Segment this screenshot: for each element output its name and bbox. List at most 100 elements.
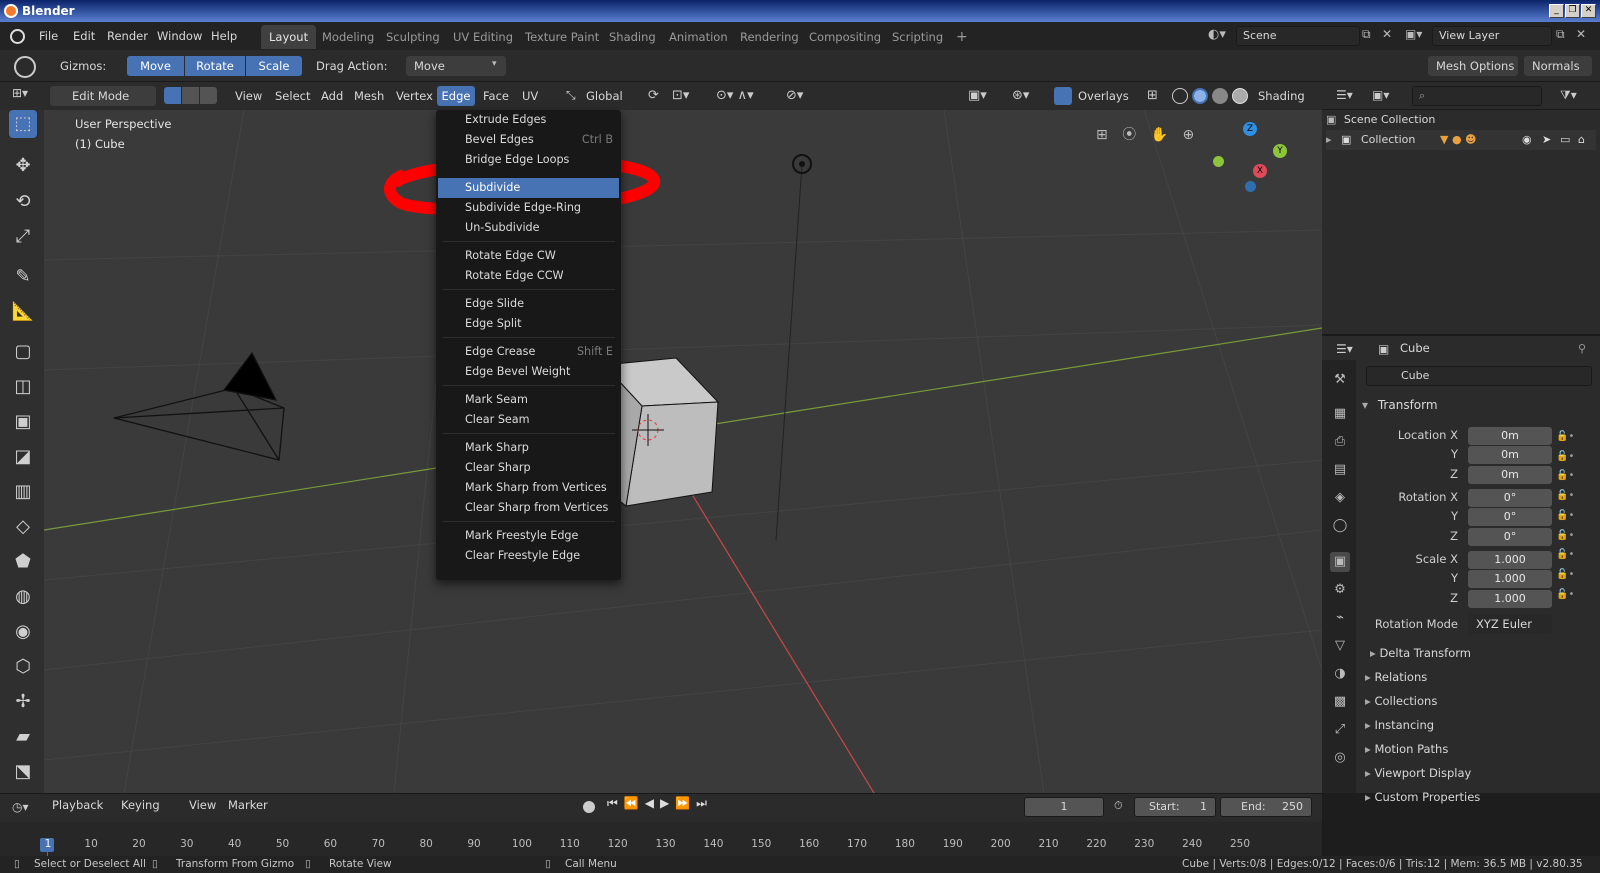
tab-compositing[interactable]: Compositing — [801, 25, 889, 49]
menu-playback[interactable]: Playback — [52, 791, 103, 819]
add-workspace-button[interactable]: + — [948, 25, 976, 49]
zoom-icon[interactable]: ⊕ — [1183, 127, 1195, 143]
view-layer-field[interactable]: View Layer — [1432, 26, 1552, 46]
menu-item-bridge-edge-loops[interactable]: Bridge Edge Loops — [436, 150, 621, 170]
select-box-icon[interactable]: ⬚ — [9, 110, 37, 138]
lock-icons[interactable]: 🔓• 🔓• 🔓• 🔓• 🔓• 🔓• 🔓• 🔓• 🔓• — [1556, 427, 1592, 609]
delete-view-layer-icon[interactable]: ✕ — [1576, 27, 1590, 45]
tab-sculpting[interactable]: Sculpting — [378, 25, 448, 49]
instancing-panel[interactable]: ▸ Instancing — [1365, 714, 1593, 736]
menu-item-mark-sharp[interactable]: Mark Sharp — [436, 438, 621, 458]
mesh-options-dropdown[interactable]: Mesh Options — [1428, 56, 1518, 76]
axis-y-icon[interactable]: Y — [1273, 144, 1287, 158]
display-mode-icon[interactable]: ▣▾ — [1372, 88, 1389, 102]
overlays-dropdown[interactable]: Overlays — [1078, 82, 1129, 110]
menu-edge-active[interactable]: Edge — [437, 86, 475, 106]
world-tab-icon[interactable]: ◯ — [1330, 516, 1350, 536]
filter-icon[interactable]: ⧩▾ — [1560, 88, 1577, 103]
end-frame-field[interactable]: End: 250 — [1220, 797, 1312, 817]
pin-icon[interactable]: ⚲ — [1578, 342, 1586, 355]
tab-shading[interactable]: Shading — [601, 25, 664, 49]
scene-field[interactable]: Scene — [1236, 26, 1360, 46]
location-z-field[interactable]: 0m — [1468, 466, 1552, 484]
start-frame-field[interactable]: Start: 1 — [1134, 797, 1216, 817]
object-tab-icon[interactable]: ▣ — [1330, 552, 1350, 572]
menu-edit[interactable]: Edit — [73, 22, 95, 50]
menu-marker[interactable]: Marker — [228, 791, 268, 819]
snap-icon[interactable]: ⊡▾ — [672, 88, 689, 103]
menu-item-subdivide-edge-ring[interactable]: Subdivide Edge-Ring — [436, 198, 621, 218]
location-y-field[interactable]: 0m — [1468, 446, 1552, 464]
scale-z-field[interactable]: 1.000 — [1468, 590, 1552, 608]
rotate-tool-icon[interactable]: ⟲ — [9, 188, 37, 216]
shading-material-icon[interactable] — [1212, 88, 1228, 104]
minimize-button[interactable]: _ — [1549, 4, 1564, 18]
orientation-dropdown[interactable]: Global — [586, 82, 623, 110]
menu-item-clear-freestyle-edge[interactable]: Clear Freestyle Edge — [436, 546, 621, 566]
view-layer-tab-icon[interactable]: ▤ — [1330, 460, 1350, 480]
relations-panel[interactable]: ▸ Relations — [1365, 666, 1593, 688]
outliner-search-input[interactable]: ⌕ — [1412, 86, 1542, 106]
move-tool-icon[interactable]: ✥ — [9, 152, 37, 180]
rotation-x-field[interactable]: 0° — [1468, 489, 1552, 507]
menu-item-mark-freestyle-edge[interactable]: Mark Freestyle Edge — [436, 526, 621, 546]
shear-tool-icon[interactable]: ▰ — [9, 723, 37, 751]
menu-item-clear-sharp-from-vertices[interactable]: Clear Sharp from Vertices — [436, 498, 621, 518]
tab-rendering[interactable]: Rendering — [732, 25, 807, 49]
grid-view-icon[interactable]: ⊞ — [1096, 127, 1108, 143]
menu-vertex[interactable]: Vertex — [396, 82, 433, 110]
render-camera-icon[interactable]: ⌂ — [1578, 130, 1585, 150]
pan-hand-icon[interactable]: ✋ — [1151, 127, 1168, 143]
select-mode-edge-icon[interactable] — [182, 87, 199, 104]
shading-solid-icon[interactable] — [1192, 88, 1208, 104]
viewport-disable-icon[interactable]: ▭ — [1560, 130, 1570, 150]
inset-tool-icon[interactable]: ▣ — [9, 408, 37, 436]
properties-editor-icon[interactable]: ☰▾ — [1336, 342, 1353, 356]
menu-file[interactable]: File — [39, 22, 58, 50]
texture-tab-icon[interactable]: ◎ — [1330, 748, 1350, 768]
rotation-z-field[interactable]: 0° — [1468, 528, 1552, 546]
scale-x-field[interactable]: 1.000 — [1468, 551, 1552, 569]
menu-keying[interactable]: Keying — [121, 791, 160, 819]
expand-arrow-icon[interactable]: ▸ — [1326, 133, 1332, 146]
scale-y-field[interactable]: 1.000 — [1468, 570, 1552, 588]
view-layer-icon[interactable]: ▣▾ — [1405, 27, 1431, 47]
shading-rendered-icon[interactable] — [1232, 88, 1248, 104]
menu-item-edge-crease[interactable]: Edge Crease Shift E — [436, 342, 621, 362]
tab-animation[interactable]: Animation — [661, 25, 736, 49]
blender-menu-icon[interactable] — [10, 29, 25, 44]
menu-item-edge-slide[interactable]: Edge Slide — [436, 294, 621, 314]
gizmo-move-button[interactable]: Move — [127, 56, 184, 76]
new-scene-icon[interactable]: ⧉ — [1362, 27, 1378, 45]
menu-timeline-view[interactable]: View — [189, 791, 216, 819]
axis-x-icon[interactable]: X — [1253, 164, 1267, 178]
selectable-icon[interactable]: ➤ — [1542, 130, 1551, 150]
link-icon[interactable]: ⊘▾ — [786, 88, 803, 103]
shading-dropdown[interactable]: Shading — [1258, 82, 1305, 110]
menu-help[interactable]: Help — [211, 22, 237, 50]
menu-mesh[interactable]: Mesh — [354, 82, 384, 110]
menu-item-mark-seam[interactable]: Mark Seam — [436, 390, 621, 410]
rotation-mode-dropdown[interactable]: XYZ Euler — [1468, 614, 1552, 634]
bevel-tool-icon[interactable]: ◪ — [9, 443, 37, 471]
menu-add[interactable]: Add — [321, 82, 343, 110]
maximize-button[interactable]: ❐ — [1565, 4, 1580, 18]
normals-dropdown[interactable]: Normals — [1524, 56, 1592, 76]
new-view-layer-icon[interactable]: ⧉ — [1556, 27, 1572, 45]
tab-texture-paint[interactable]: Texture Paint — [517, 25, 607, 49]
timeline-editor-icon[interactable]: ◷▾ — [12, 800, 29, 814]
add-cube-tool-icon[interactable]: ▢ — [9, 338, 37, 366]
poly-build-tool-icon[interactable]: ⬟ — [9, 548, 37, 576]
stopwatch-icon[interactable]: ⏱ — [1114, 799, 1123, 813]
tab-scripting[interactable]: Scripting — [884, 25, 951, 49]
menu-item-rotate-edge-cw[interactable]: Rotate Edge CW — [436, 246, 621, 266]
transform-panel-header[interactable]: ▾ Transform — [1362, 394, 1592, 416]
output-tab-icon[interactable]: ⎙ — [1330, 432, 1350, 452]
tab-layout[interactable]: Layout — [261, 25, 317, 49]
tab-modeling[interactable]: Modeling — [314, 25, 382, 49]
playback-controls[interactable]: ⏮⏪◀▶⏩⏭ — [607, 796, 713, 811]
visibility-icon[interactable]: ▣▾ — [968, 88, 987, 103]
axis-z-icon[interactable]: Z — [1243, 122, 1257, 136]
viewport-display-panel[interactable]: ▸ Viewport Display — [1365, 762, 1593, 784]
render-tab-icon[interactable]: ▦ — [1330, 404, 1350, 424]
